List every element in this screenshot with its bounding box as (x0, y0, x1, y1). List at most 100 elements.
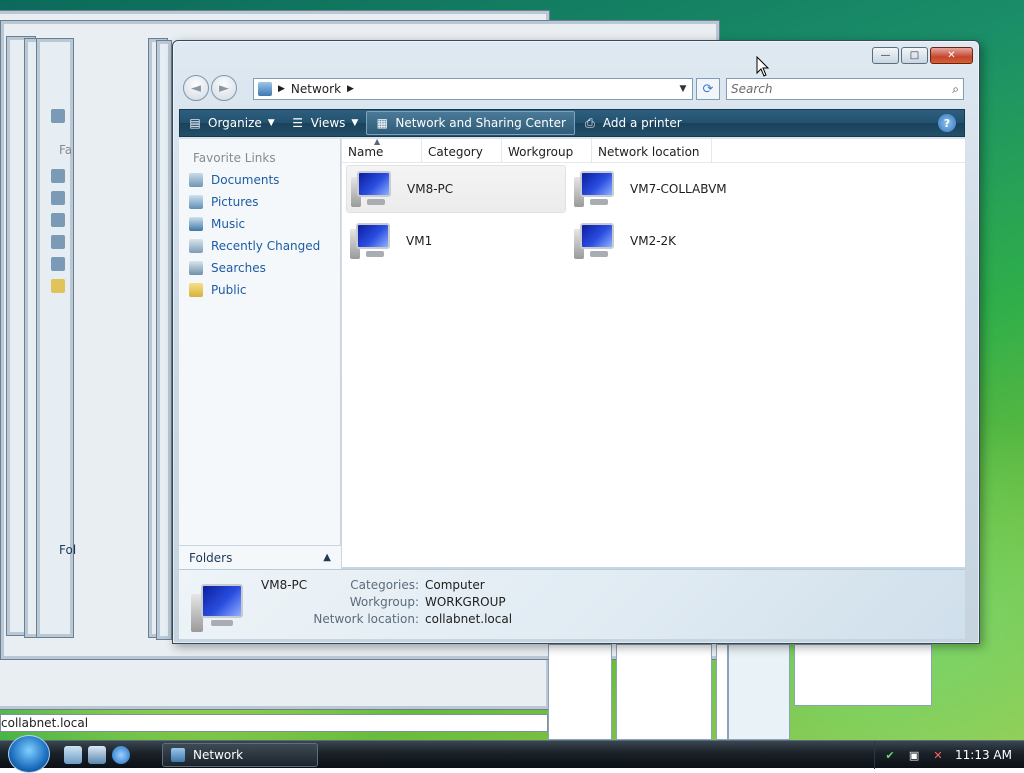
network-item-vm7-collabvm[interactable]: VM7-COLLABVM (570, 165, 790, 213)
switch-windows-icon[interactable] (88, 746, 106, 764)
item-label: VM7-COLLABVM (630, 182, 727, 196)
details-key: Categories: (350, 578, 419, 592)
sidebar-item-documents[interactable]: Documents (179, 169, 340, 191)
taskbar-button-label: Network (193, 748, 244, 762)
details-name: VM8-PC (261, 578, 308, 592)
address-bar[interactable]: ▶ Network ▶ ▼ (253, 78, 693, 100)
computer-icon (351, 169, 399, 209)
maximize-icon: □ (909, 49, 920, 61)
details-properties: Categories: Computer Workgroup: WORKGROU… (309, 578, 512, 626)
show-desktop-icon[interactable] (64, 746, 82, 764)
sidebar-item-label: Documents (211, 173, 280, 187)
column-header-workgroup[interactable]: Workgroup (502, 139, 592, 162)
taskbar-button-network[interactable]: Network (162, 743, 318, 767)
favorite-links-title: Favorite Links (193, 151, 276, 165)
volume-muted-icon[interactable]: ✕ (931, 748, 945, 762)
ghost-window-5: Fa Fol (36, 38, 77, 638)
views-button[interactable]: ☰ Views ▼ (283, 111, 367, 135)
recently-changed-icon (189, 239, 203, 253)
ghost-label: Fa (59, 143, 73, 157)
forward-button[interactable]: ► (211, 75, 237, 101)
sidebar-item-recently-changed[interactable]: Recently Changed (179, 235, 340, 257)
network-sharing-icon: ▦ (376, 116, 389, 130)
search-icon[interactable]: ⌕ (952, 82, 959, 97)
caption-buttons: — □ ✕ (872, 47, 973, 64)
ghost-label: Fol (59, 543, 77, 557)
details-pane: VM8-PC Categories: Computer Workgroup: W… (179, 569, 965, 639)
sidebar-item-pictures[interactable]: Pictures (179, 191, 340, 213)
network-sharing-label: Network and Sharing Center (395, 116, 566, 130)
column-header-label: Workgroup (508, 145, 574, 159)
network-status-icon[interactable]: ▣ (907, 748, 921, 762)
chevron-down-icon: ▼ (267, 118, 275, 128)
help-button[interactable]: ? (938, 114, 956, 132)
network-item-vm2-2k[interactable]: VM2-2K (570, 217, 790, 265)
folders-label: Folders (189, 550, 233, 565)
network-item-vm1[interactable]: VM1 (346, 217, 566, 265)
item-label: VM2-2K (630, 234, 677, 248)
close-button[interactable]: ✕ (930, 47, 973, 64)
computer-icon (574, 169, 622, 209)
sidebar-item-searches[interactable]: Searches (179, 257, 340, 279)
system-tray: ✔ ▣ ✕ 11:13 AM (874, 741, 1024, 769)
minimize-icon: — (880, 49, 891, 61)
views-icon: ☰ (292, 116, 304, 130)
minimize-button[interactable]: — (872, 47, 899, 64)
breadcrumb-network[interactable]: Network (291, 82, 341, 96)
refresh-icon: ⟳ (702, 81, 714, 97)
network-item-vm8-pc[interactable]: VM8-PC (346, 165, 566, 213)
clock[interactable]: 11:13 AM (955, 748, 1012, 762)
column-header-label: Category (428, 145, 483, 159)
network-sharing-center-button[interactable]: ▦ Network and Sharing Center (366, 111, 575, 135)
details-value: collabnet.local (425, 612, 513, 626)
breadcrumb-separator-icon: ▶ (347, 84, 354, 94)
refresh-button[interactable]: ⟳ (696, 78, 720, 100)
ghost-panel (716, 644, 728, 740)
search-input[interactable]: Search ⌕ (726, 78, 964, 100)
sidebar-item-music[interactable]: Music (179, 213, 340, 235)
network-icon (171, 748, 185, 762)
close-icon: ✕ (947, 49, 956, 61)
address-dropdown-icon[interactable]: ▼ (674, 84, 692, 94)
taskbar: Network ✔ ▣ ✕ 11:13 AM (0, 735, 1024, 773)
chevron-down-icon: ▼ (351, 118, 359, 128)
nav-buttons: ◄ ► (183, 75, 237, 101)
sidebar-item-public[interactable]: Public (179, 279, 340, 301)
maximize-button[interactable]: □ (901, 47, 928, 64)
column-header-name[interactable]: ▲ Name (342, 137, 422, 162)
item-label: VM1 (406, 234, 433, 248)
details-key: Network location: (313, 612, 419, 626)
folders-toggle[interactable]: Folders ▲ (179, 545, 341, 569)
windows-orb-icon[interactable] (8, 735, 50, 773)
ghost-icon (51, 109, 65, 123)
sidebar-item-label: Recently Changed (211, 239, 321, 253)
navigation-pane: Favorite Links Documents Pictures Music … (179, 139, 341, 567)
ghost-icon (51, 279, 65, 293)
command-bar: ▤ Organize ▼ ☰ Views ▼ ▦ Network and Sha… (179, 109, 965, 137)
internet-explorer-icon[interactable] (112, 746, 130, 764)
ghost-status-bar: collabnet.local (0, 714, 548, 732)
column-header-label: Name (348, 145, 384, 159)
back-button[interactable]: ◄ (183, 75, 209, 101)
organize-button[interactable]: ▤ Organize ▼ (180, 111, 283, 135)
explorer-window: — □ ✕ ◄ ► ▶ Network ▶ ▼ ⟳ Search ⌕ ▤ Org… (172, 40, 980, 644)
ghost-status-text: collabnet.local (1, 716, 89, 730)
searches-icon (189, 261, 203, 275)
details-value: WORKGROUP (425, 595, 506, 609)
details-key: Workgroup: (349, 595, 419, 609)
computer-icon (350, 221, 398, 261)
column-header-category[interactable]: Category (422, 139, 502, 162)
mouse-cursor-icon (756, 56, 770, 77)
column-header-label: Network location (598, 145, 700, 159)
public-folder-icon (189, 283, 203, 297)
organize-label: Organize (208, 116, 262, 130)
column-header-network-location[interactable]: Network location (592, 139, 712, 162)
search-placeholder: Search (731, 82, 773, 96)
ghost-panel (548, 644, 612, 740)
ghost-window-7 (156, 40, 172, 640)
documents-icon (189, 173, 203, 187)
add-printer-button[interactable]: ⎙ Add a printer (575, 111, 690, 135)
security-icon[interactable]: ✔ (883, 748, 897, 762)
ghost-icon (51, 191, 65, 205)
printer-icon: ⎙ (585, 115, 595, 130)
